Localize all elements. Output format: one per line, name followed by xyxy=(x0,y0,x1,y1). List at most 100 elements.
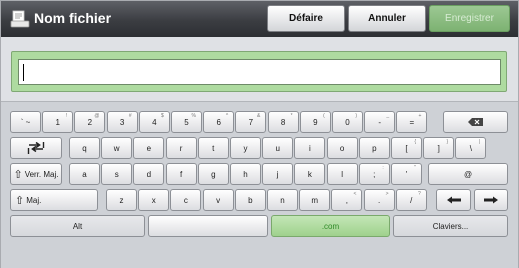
key-shift-char: ? xyxy=(418,191,421,197)
key-row1-4[interactable]: 4 $ xyxy=(138,111,170,133)
key-row2-2[interactable]: e xyxy=(133,137,165,159)
key-shift-char: : xyxy=(382,165,384,171)
key-row3-1[interactable]: s xyxy=(101,163,133,185)
key-shift-char: | xyxy=(479,139,481,145)
dot-com-key[interactable]: .com xyxy=(271,215,390,237)
tab-key[interactable] xyxy=(10,137,62,159)
key-row2-0[interactable]: q xyxy=(69,137,100,159)
cancel-button[interactable]: Annuler xyxy=(348,5,426,32)
page-title: Nom fichier xyxy=(34,10,112,26)
key-row2-5[interactable]: y xyxy=(230,137,261,159)
key-row2-1[interactable]: w xyxy=(101,137,133,159)
title-bar: Nom fichier Défaire Annuler Enregistrer xyxy=(1,1,518,37)
key-row1-8[interactable]: 8 * xyxy=(267,111,299,133)
key-shift-char: _ xyxy=(386,113,390,119)
key-row1-4-label: 4 xyxy=(152,117,157,127)
key-row3-8-label: l xyxy=(341,169,343,179)
key-row1-10[interactable]: 0) xyxy=(332,111,363,133)
key-row4-1-label: x xyxy=(151,195,156,205)
key-row2-3[interactable]: r xyxy=(165,137,197,159)
key-row2-4[interactable]: t xyxy=(197,137,229,159)
cursor-left-key[interactable] xyxy=(436,189,471,211)
key-row3-0[interactable]: a xyxy=(69,163,100,185)
cursor-left-icon xyxy=(446,196,462,204)
key-row1-11[interactable]: - _ xyxy=(364,111,396,133)
cursor-right-key[interactable] xyxy=(474,189,508,211)
key-row2-10-label: [ xyxy=(405,143,408,153)
key-row1-2[interactable]: 2 @ xyxy=(74,111,106,133)
key-row1-1[interactable]: 1! xyxy=(42,111,74,133)
key-row1-6[interactable]: 6 ^ xyxy=(203,111,235,133)
alt-key[interactable]: Alt xyxy=(10,215,145,237)
key-shift-char: * xyxy=(290,113,293,119)
key-row2-9-label: p xyxy=(372,143,377,153)
key-row4-6[interactable]: m xyxy=(299,189,331,211)
key-row3-4[interactable]: g xyxy=(197,163,229,185)
key-row1-8-label: 8 xyxy=(280,117,286,127)
key-row2-10[interactable]: [{ xyxy=(391,137,422,159)
key-row1-7-label: 7 xyxy=(248,117,254,127)
key-row2-8[interactable]: o xyxy=(326,137,358,159)
key-row1-12[interactable]: = + xyxy=(396,111,428,133)
key-shift-char: $ xyxy=(161,113,164,119)
caps-lock-key[interactable]: ⇧ Verr. Maj. xyxy=(10,163,62,185)
key-row4-2[interactable]: c xyxy=(170,189,202,211)
key-row4-9-label: / xyxy=(410,195,413,205)
key-shift-char: ) xyxy=(355,113,357,119)
key-row4-4-label: b xyxy=(248,195,253,205)
key-row2-9[interactable]: p xyxy=(358,137,390,159)
key-row1-0[interactable]: ` ~ xyxy=(10,111,41,133)
key-row3-6[interactable]: j xyxy=(262,163,294,185)
key-row3-7-label: k xyxy=(307,169,312,179)
key-row1-9-label: 9 xyxy=(313,117,318,127)
key-row2-1-label: w xyxy=(113,143,120,153)
text-cursor xyxy=(23,64,24,81)
key-row4-4[interactable]: b xyxy=(234,189,266,211)
key-row2-2-label: e xyxy=(146,143,152,153)
key-row3-11[interactable]: @ xyxy=(428,163,508,185)
key-row1-3[interactable]: 3 # xyxy=(106,111,138,133)
key-row4-0[interactable]: z xyxy=(106,189,137,211)
backspace-icon xyxy=(467,117,485,127)
key-row3-0-label: a xyxy=(82,169,87,179)
key-row3-2[interactable]: d xyxy=(133,163,165,185)
key-row1-5[interactable]: 5% xyxy=(171,111,202,133)
key-shift-char: { xyxy=(414,139,416,145)
key-row2-12[interactable]: \ | xyxy=(455,137,487,159)
key-row2-7[interactable]: i xyxy=(294,137,326,159)
key-shift-char: } xyxy=(446,139,449,145)
undo-button[interactable]: Défaire xyxy=(267,5,345,32)
keyboards-key[interactable]: Claviers... xyxy=(393,215,508,237)
key-row4-1[interactable]: x xyxy=(138,189,170,211)
key-shift-char: ( xyxy=(323,113,325,119)
tab-icon xyxy=(27,142,45,154)
key-row3-7[interactable]: k xyxy=(294,163,326,185)
key-row3-5[interactable]: h xyxy=(230,163,261,185)
key-row4-8[interactable]: . > xyxy=(363,189,395,211)
key-row3-9[interactable]: ;: xyxy=(358,163,390,185)
save-button[interactable]: Enregistrer xyxy=(429,5,510,32)
shift-key[interactable]: ⇧ Maj. xyxy=(10,189,98,211)
key-row4-5[interactable]: n xyxy=(267,189,298,211)
key-row3-10[interactable]: ' " xyxy=(391,163,422,185)
key-row1-9[interactable]: 9( xyxy=(299,111,331,133)
key-row2-6[interactable]: u xyxy=(262,137,294,159)
key-row3-6-label: j xyxy=(276,169,279,179)
key-row3-3[interactable]: f xyxy=(165,163,197,185)
shift-arrow-icon: ⇧ xyxy=(15,194,25,207)
filename-field[interactable] xyxy=(18,59,501,85)
key-row1-7[interactable]: 7 & xyxy=(235,111,267,133)
key-row3-2-label: d xyxy=(146,169,152,179)
space-key[interactable] xyxy=(148,215,268,237)
key-row1-1-label: 1 xyxy=(55,117,60,127)
backspace-key[interactable] xyxy=(443,111,508,133)
key-row4-3-label: v xyxy=(216,195,221,205)
input-panel xyxy=(11,51,507,92)
key-row4-7[interactable]: , < xyxy=(331,189,363,211)
key-row2-6-label: u xyxy=(275,143,280,153)
key-row4-0-label: z xyxy=(119,195,124,205)
key-row3-8[interactable]: l xyxy=(326,163,358,185)
key-row4-3[interactable]: v xyxy=(202,189,234,211)
key-row4-9[interactable]: /? xyxy=(395,189,427,211)
key-row2-11[interactable]: ]} xyxy=(423,137,455,159)
